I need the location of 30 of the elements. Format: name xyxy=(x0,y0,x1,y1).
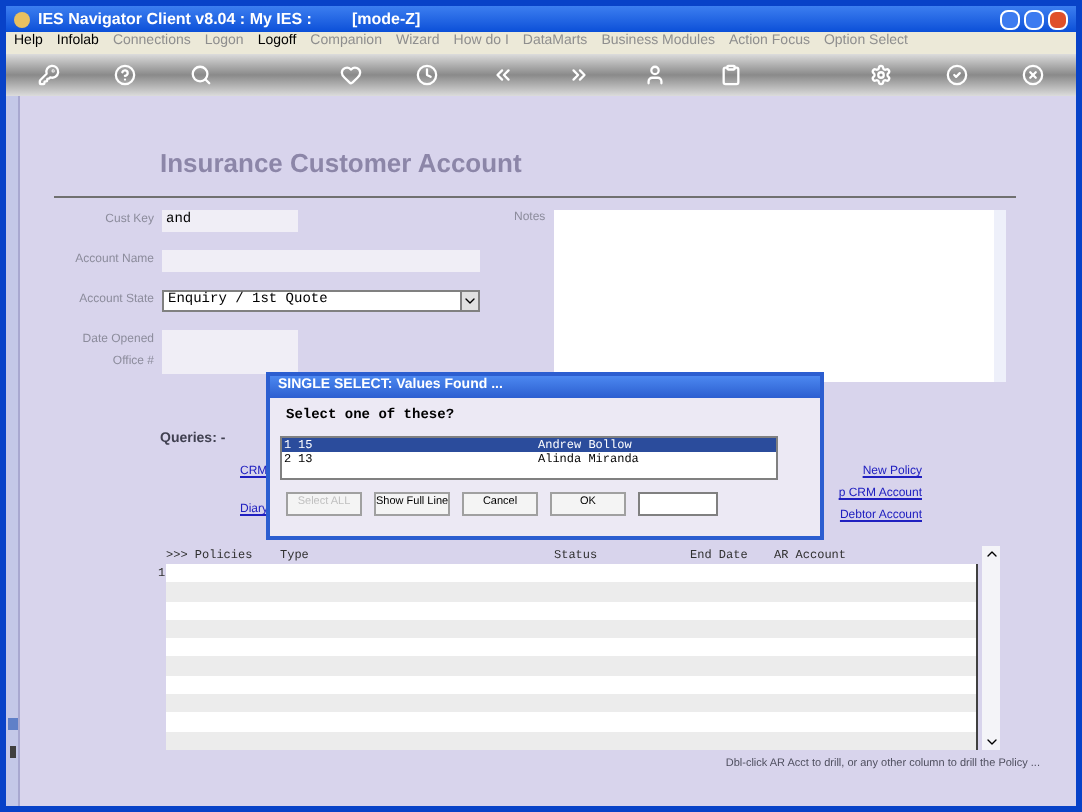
scroll-up-icon[interactable] xyxy=(983,546,999,562)
app-icon xyxy=(14,11,30,27)
input-field[interactable] xyxy=(162,249,480,271)
mode-label: [mode-Z] xyxy=(351,7,421,31)
help-icon[interactable] xyxy=(113,64,136,86)
side-icon xyxy=(7,718,17,730)
key-icon[interactable] xyxy=(38,64,60,86)
input-field[interactable] xyxy=(638,491,718,515)
maximize-button[interactable] xyxy=(1024,9,1044,29)
check-icon[interactable] xyxy=(946,64,969,86)
close-icon[interactable] xyxy=(1021,64,1044,86)
search-icon[interactable] xyxy=(189,64,212,86)
notes-field[interactable] xyxy=(554,209,1006,381)
input-field[interactable] xyxy=(162,351,298,373)
clock-icon[interactable] xyxy=(416,64,439,86)
side-icon xyxy=(9,746,15,758)
window-title: IES Navigator Client v8.04 : My IES : xyxy=(38,7,312,31)
clipboard-icon[interactable] xyxy=(719,64,742,86)
minimize-button[interactable] xyxy=(1000,9,1020,29)
person-icon[interactable] xyxy=(643,64,666,86)
input-field[interactable] xyxy=(162,329,298,351)
scroll-down-icon[interactable] xyxy=(983,734,999,750)
double-left-icon[interactable] xyxy=(492,64,515,86)
dropdown-arrow-icon xyxy=(460,291,478,309)
double-right-icon[interactable] xyxy=(567,64,590,86)
settings-icon[interactable] xyxy=(870,64,893,86)
heart-icon[interactable] xyxy=(340,64,363,86)
form-title: Insurance Customer Account xyxy=(158,146,524,182)
scrollbar[interactable] xyxy=(982,546,1000,750)
close-button[interactable] xyxy=(1048,9,1068,29)
